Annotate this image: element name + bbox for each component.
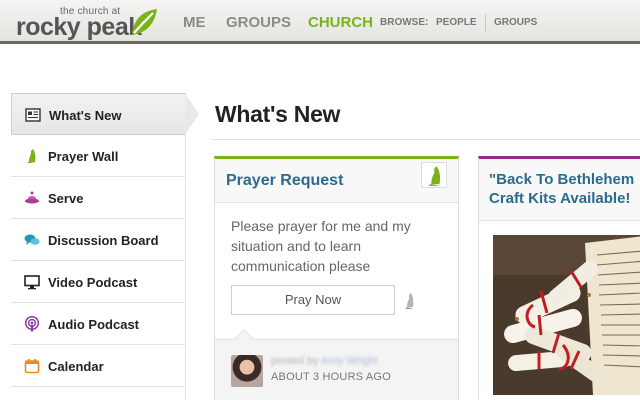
browse-separator xyxy=(485,14,486,32)
footer-notch xyxy=(234,329,254,349)
browse-people-link[interactable]: PEOPLE xyxy=(436,17,477,28)
app-root: the church at rocky peak ME GROUPS CHURC… xyxy=(0,0,640,400)
top-header: the church at rocky peak ME GROUPS CHURC… xyxy=(0,0,640,44)
sidebar-item-label: What's New xyxy=(49,108,122,123)
news-icon xyxy=(25,108,41,122)
nav-me[interactable]: ME xyxy=(183,14,206,31)
serve-icon xyxy=(25,191,39,204)
sidebar-item-serve[interactable]: Serve xyxy=(11,177,186,219)
posted-by-label: posted by xyxy=(271,355,319,367)
podcast-icon xyxy=(24,316,40,332)
sidebar-item-audio-podcast[interactable]: Audio Podcast xyxy=(11,303,186,345)
church-logo[interactable]: the church at rocky peak xyxy=(16,6,162,41)
sidebar-item-prayer-wall[interactable]: Prayer Wall xyxy=(11,135,186,177)
sidebar-item-label: Video Podcast xyxy=(48,275,138,290)
sidebar-item-whats-new[interactable]: What's New xyxy=(11,93,199,135)
logo-wordmark: rocky peak xyxy=(16,13,142,41)
sidebar-item-label: Audio Podcast xyxy=(48,317,140,332)
author-link[interactable]: Amy Wright xyxy=(321,355,378,367)
sidebar-item-label: Discussion Board xyxy=(48,233,159,248)
event-image[interactable] xyxy=(493,235,640,395)
praying-hands-icon xyxy=(428,166,441,186)
sidebar-item-label: Calendar xyxy=(48,359,104,374)
sidebar-item-video-podcast[interactable]: Video Podcast xyxy=(11,261,186,303)
card-header: Prayer Request xyxy=(215,159,458,203)
nav-church[interactable]: CHURCH xyxy=(308,14,373,31)
sidebar-item-label: Serve xyxy=(48,191,84,206)
event-title-line-1: "Back To Bethlehem xyxy=(489,171,635,188)
chat-bubbles-icon xyxy=(24,234,40,245)
sidebar-nav: What's New Prayer Wall Serve Discussion … xyxy=(11,93,199,387)
nav-groups[interactable]: GROUPS xyxy=(226,14,291,31)
browse-groups-link[interactable]: GROUPS xyxy=(494,17,537,28)
event-title-line-2: Craft Kits Available! xyxy=(489,190,631,207)
sidebar-item-label: Prayer Wall xyxy=(48,149,119,164)
scrolls-photo xyxy=(493,235,640,395)
calendar-icon xyxy=(24,359,40,374)
praying-hands-icon xyxy=(27,149,36,163)
card-title[interactable]: Prayer Request xyxy=(226,172,343,190)
title-divider xyxy=(213,139,640,140)
prayer-badge xyxy=(421,162,447,188)
event-card: "Back To Bethlehem Craft Kits Available! xyxy=(478,156,640,400)
posted-by-line: posted by Amy Wright xyxy=(271,355,378,367)
prayer-request-card: Prayer Request Please prayer for me and … xyxy=(214,156,459,400)
page-title: What's New xyxy=(215,101,341,127)
pray-now-button[interactable]: Pray Now xyxy=(231,285,395,315)
post-timestamp: ABOUT 3 HOURS AGO xyxy=(271,371,391,383)
card-footer: posted by Amy Wright ABOUT 3 HOURS AGO xyxy=(215,329,458,400)
event-card-title[interactable]: "Back To Bethlehem Craft Kits Available! xyxy=(489,170,640,208)
browse-label: BROWSE: xyxy=(380,17,429,28)
praying-hands-icon[interactable] xyxy=(403,292,417,310)
monitor-icon xyxy=(24,275,40,290)
prayer-request-text: Please prayer for me and my situation an… xyxy=(231,218,411,274)
leaf-logo-icon xyxy=(132,9,157,35)
avatar[interactable] xyxy=(231,355,263,387)
sidebar-divider xyxy=(185,135,186,400)
sidebar-item-calendar[interactable]: Calendar xyxy=(11,345,186,387)
card-header: "Back To Bethlehem Craft Kits Available! xyxy=(479,159,640,221)
sidebar-item-discussion-board[interactable]: Discussion Board xyxy=(11,219,186,261)
